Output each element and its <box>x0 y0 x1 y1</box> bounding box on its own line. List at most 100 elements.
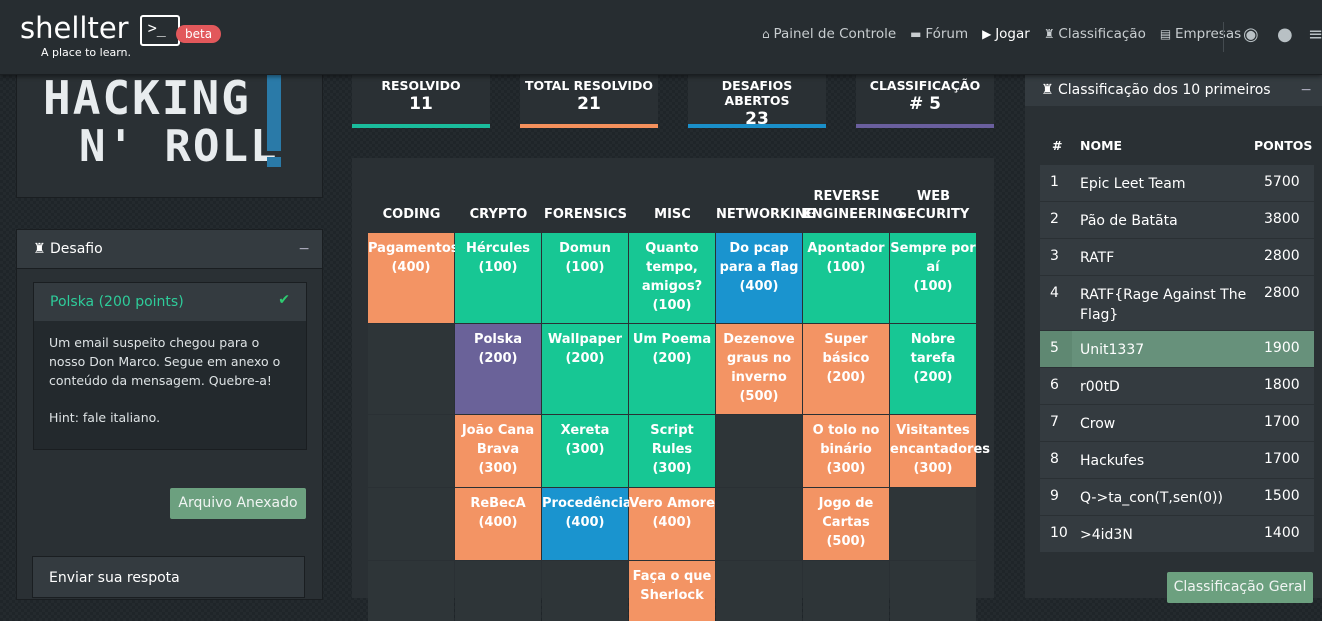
collapse-icon[interactable]: − <box>298 230 310 268</box>
challenge-tile-title: Domun <box>559 241 611 256</box>
challenge-tile[interactable]: Visitantes encantadores (300) <box>890 415 990 487</box>
rank-header-pos: # <box>1052 138 1063 153</box>
brand-tagline: A place to learn. <box>41 46 132 59</box>
challenge-tile-points: (300) <box>478 461 518 476</box>
rank-pos: 6 <box>1050 377 1059 393</box>
nav-item-1[interactable]: ▬ Fórum <box>910 26 968 42</box>
challenge-tile-title: Faça o que Sherlock <box>632 569 712 603</box>
stat-card: RESOLVIDO 11 <box>352 74 490 128</box>
challenge-board: CODING CRYPTO FORENSICS MISC NETWORKING REVER… <box>352 158 994 621</box>
challenge-tile-title: Do pcap para a flag <box>719 241 799 275</box>
challenge-tile-title: O tolo no binário <box>812 423 880 457</box>
ranking-row[interactable]: 3 RATF 2800 <box>1040 239 1314 275</box>
challenge-tile[interactable]: Faça o que Sherlock <box>629 561 715 621</box>
nav-item-0[interactable]: ⌂ Painel de Controle <box>762 26 896 42</box>
nav-label: Empresas <box>1174 26 1242 42</box>
play-icon: ▶ <box>982 27 996 41</box>
challenge-tile[interactable]: ReBecA (400) <box>455 488 541 560</box>
challenge-tile-title: Super básico <box>822 332 870 366</box>
challenge-tile[interactable]: Quanto tempo, amigos? (100) <box>629 233 715 323</box>
ranking-row[interactable]: 2 Pão de Batãta 3800 <box>1040 202 1314 238</box>
challenge-tile[interactable]: Wallpaper (200) <box>542 324 628 414</box>
challenge-tile[interactable]: Do pcap para a flag (400) <box>716 233 802 323</box>
briefcase-icon: ▤ <box>1159 27 1175 41</box>
ranking-row[interactable]: 9 Q->ta_con(T,sen(0)) 1500 <box>1040 479 1314 515</box>
nav-label: Classificação <box>1058 26 1146 42</box>
rank-points: 1900 <box>1264 340 1300 356</box>
rank-points: 2800 <box>1264 285 1300 301</box>
challenge-tile-points: (200) <box>565 351 605 366</box>
challenge-tile[interactable]: Script Rules (300) <box>629 415 715 487</box>
challenge-tile-title: Visitantes encantadores <box>890 423 990 457</box>
rank-pos: 7 <box>1050 414 1059 430</box>
challenge-tile-points: (300) <box>652 461 692 476</box>
challenge-description: Um email suspeito chegou para o nosso Do… <box>49 335 281 388</box>
challenge-tile[interactable]: Polska (200) <box>455 324 541 414</box>
stat-value: # 5 <box>909 94 941 114</box>
challenge-tile-points: (200) <box>478 351 518 366</box>
nav-item-3[interactable]: ♜ Classificação <box>1044 26 1146 42</box>
exclamation-mark-dot <box>267 157 281 167</box>
general-ranking-button[interactable]: Classificação Geral <box>1167 572 1313 603</box>
challenge-tile[interactable]: O tolo no binário (300) <box>803 415 889 487</box>
challenge-tile-points: (400) <box>478 515 518 530</box>
ranking-header: ♜ Classificação dos 10 primeiros − <box>1025 74 1322 106</box>
board-cell-empty <box>368 488 454 560</box>
ranking-row[interactable]: 10 >4id3N 1400 <box>1040 516 1314 552</box>
challenge-tile-title: Vero Amore <box>629 496 715 511</box>
board-cell-empty <box>455 561 541 621</box>
stat-label: RESOLVIDO <box>381 78 461 93</box>
ranking-row[interactable]: 5 Unit1337 1900 <box>1040 331 1314 367</box>
user-icon[interactable]: ● <box>1277 24 1293 45</box>
challenge-tile-title: Wallpaper <box>547 332 623 347</box>
challenge-tile[interactable]: Vero Amore (400) <box>629 488 715 560</box>
collapse-icon[interactable]: − <box>1300 74 1312 106</box>
nav-item-4[interactable]: ▤ Empresas <box>1160 26 1241 42</box>
ranking-row[interactable]: 8 Hackufes 1700 <box>1040 442 1314 478</box>
nav-divider <box>1223 22 1224 52</box>
exclamation-mark-bar <box>267 75 281 151</box>
board-cell-empty <box>716 415 802 487</box>
nav-item-2[interactable]: ▶ Jogar <box>982 26 1030 42</box>
attachment-button[interactable]: Arquivo Anexado <box>170 488 306 519</box>
challenge-tile[interactable]: Apontador (100) <box>803 233 889 323</box>
challenge-tile[interactable]: João Cana Brava (300) <box>455 415 541 487</box>
challenge-tile[interactable]: Xereta (300) <box>542 415 628 487</box>
board-cell-empty <box>890 488 976 560</box>
challenge-tile[interactable]: Sempre por aí (100) <box>890 233 976 323</box>
ranking-row[interactable]: 6 r00tD 1800 <box>1040 368 1314 404</box>
challenge-tile[interactable]: Pagamentos (400) <box>368 233 459 323</box>
rank-team-name: Q->ta_con(T,sen(0)) <box>1080 490 1223 506</box>
ranking-row[interactable]: 4 RATF{Rage Against The Flag} 2800 <box>1040 276 1314 330</box>
rank-team-name: Pão de Batãta <box>1080 213 1178 229</box>
folder-icon: ▬ <box>910 27 926 41</box>
challenge-tile[interactable]: Um Poema (200) <box>629 324 715 414</box>
challenge-title: Polska (200 points) <box>50 294 184 310</box>
challenge-tile[interactable]: Nobre tarefa (200) <box>890 324 976 414</box>
challenge-panel: ♜ Desafio − Polska (200 points) ✔ Um ema… <box>16 229 323 600</box>
challenge-tile[interactable]: Super básico (200) <box>803 324 889 414</box>
ranking-row[interactable]: 7 Crow 1700 <box>1040 405 1314 441</box>
challenge-tile[interactable]: Jogo de Cartas (500) <box>803 488 889 560</box>
rank-pos: 2 <box>1050 211 1059 227</box>
challenge-tile[interactable]: Hércules (100) <box>455 233 541 323</box>
stat-card: DESAFIOS ABERTOS 23 <box>688 74 826 129</box>
shellter-logo[interactable]: shellter >_ A place to learn. <box>20 14 180 59</box>
challenge-tile-points: (500) <box>739 389 779 404</box>
ranking-row[interactable]: 1 Epic Leet Team 5700 <box>1040 165 1314 201</box>
nav-label: Jogar <box>995 26 1030 42</box>
challenge-card: Polska (200 points) ✔ Um email suspeito … <box>33 282 307 450</box>
challenge-tile[interactable]: Dezenove graus no inverno (500) <box>716 324 802 414</box>
submit-answer-header[interactable]: Enviar sua respota <box>32 556 305 598</box>
menu-icon[interactable]: ≡ <box>1308 24 1322 45</box>
challenge-card-header: Polska (200 points) ✔ <box>34 283 306 321</box>
challenge-tile-title: Sempre por aí <box>890 241 976 275</box>
rank-points: 1800 <box>1264 377 1300 393</box>
rank-team-name: Crow <box>1080 416 1116 432</box>
globe-icon[interactable]: ◉ <box>1243 24 1259 45</box>
trophy-icon: ♜ <box>1041 82 1054 98</box>
challenge-tile-title: Hércules <box>465 241 531 256</box>
challenge-tile[interactable]: Procedência (400) <box>542 488 632 560</box>
challenge-tile-title: Procedência <box>542 496 632 511</box>
challenge-tile[interactable]: Domun (100) <box>542 233 628 323</box>
